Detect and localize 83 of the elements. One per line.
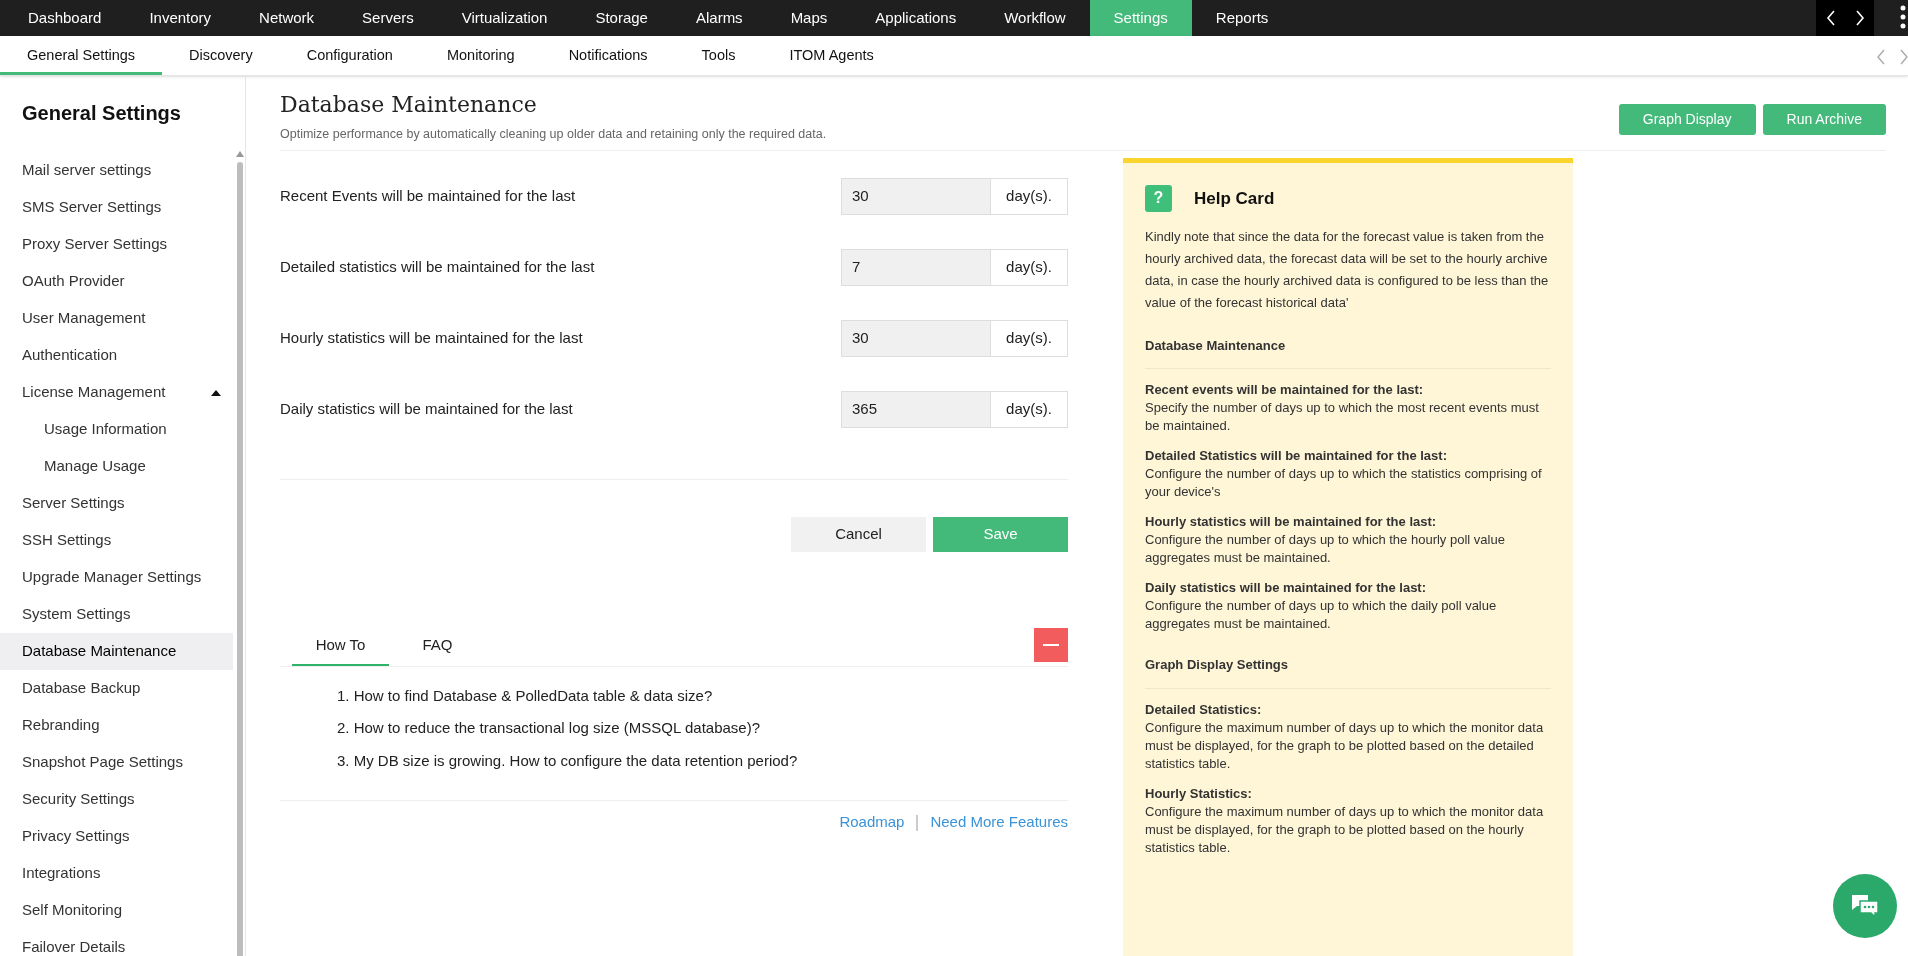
unit-label: day(s).: [991, 177, 1068, 215]
section-heading: Database Maintenance: [1145, 335, 1551, 370]
help-term: Daily statistics will be maintained for the last:: [1145, 579, 1428, 598]
help-term: Hourly Statistics:: [1145, 784, 1253, 803]
days-input-field[interactable]: 365: [841, 390, 991, 428]
collapse-button[interactable]: [1034, 627, 1068, 662]
sub-nav-tab[interactable]: General Settings: [0, 36, 162, 75]
nav-tab[interactable]: Servers: [338, 0, 438, 36]
sidebar-item[interactable]: Mail server settings: [0, 152, 233, 189]
sidebar-item[interactable]: Proxy Server Settings: [0, 226, 233, 263]
help-icon: ?: [1145, 184, 1172, 212]
sidebar-item[interactable]: Rebranding: [0, 707, 233, 744]
unit-label: day(s).: [991, 319, 1068, 357]
sidebar-item[interactable]: Integrations: [0, 855, 233, 892]
sidebar-item[interactable]: Usage Information: [0, 411, 233, 448]
nav-tab[interactable]: Workflow: [980, 0, 1090, 36]
sidebar-item[interactable]: SSH Settings: [0, 522, 233, 559]
how-to-link[interactable]: 1. How to find Database & PolledData table & data size?: [337, 684, 1068, 708]
sidebar-item[interactable]: SMS Server Settings: [0, 189, 233, 226]
unit-label: day(s).: [991, 248, 1068, 286]
help-term: Detailed Statistics:: [1145, 700, 1263, 719]
nav-tab[interactable]: Network: [235, 0, 339, 36]
setting-label: Detailed statistics will be maintained for the last: [280, 257, 596, 277]
nav-tab[interactable]: Reports: [1191, 0, 1293, 36]
help-term: Detailed Statistics will be maintained for the last:: [1145, 447, 1448, 466]
scrollbar[interactable]: [237, 162, 243, 956]
how-to-link[interactable]: 3. My DB size is growing. How to configure the data retention period?: [337, 749, 1068, 773]
sub-nav-tab[interactable]: Discovery: [162, 36, 280, 75]
page-title: Database Maintenance: [280, 91, 538, 119]
help-description: Configure the maximum number of days up to which the monitor data must be displayed, for the graph to be plotted based on the hourly statistics table.: [1145, 802, 1545, 857]
setting-label: Daily statistics will be maintained for the last: [280, 399, 574, 419]
help-tab[interactable]: FAQ: [389, 625, 486, 666]
help-term: Hourly statistics will be maintained for the last:: [1145, 513, 1438, 532]
sidebar-item[interactable]: Snapshot Page Settings: [0, 744, 233, 781]
cancel-button[interactable]: Cancel: [791, 516, 926, 552]
sidebar-item[interactable]: Authentication: [0, 337, 233, 374]
how-to-link[interactable]: 2. How to reduce the transactional log size (MSSQL database)?: [337, 717, 1068, 740]
sidebar-item[interactable]: Server Settings: [0, 485, 233, 522]
page-subtitle: Optimize performance by automatically cleaning up older data and retaining only the required data.: [280, 126, 828, 143]
help-description: Configure the number of days up to which the statistics comprising of your device's: [1145, 465, 1543, 502]
help-description: Configure the number of days up to which the daily poll value aggregates must be maintained.: [1145, 597, 1498, 634]
nav-tab[interactable]: Virtualization: [437, 0, 572, 36]
days-input-field[interactable]: 30: [841, 319, 991, 357]
help-intro: Kindly note that since the data for the forecast value is taken from the hourly archived data, the forecast data will be set to the hourly archive data, in case the hourly archived data is configured to be less than the value of the forecast historical data': [1145, 227, 1550, 312]
help-description: Configure the maximum number of days up to which the monitor data must be displayed, for the graph to be plotted based on the detailed statistics table.: [1145, 718, 1545, 773]
sidebar-item[interactable]: Security Settings: [0, 781, 233, 818]
sub-nav-tab[interactable]: Notifications: [541, 36, 675, 75]
sidebar-item[interactable]: License Management: [0, 374, 233, 411]
sidebar-item[interactable]: Manage Usage: [0, 448, 233, 485]
days-input-field[interactable]: 30: [841, 177, 991, 215]
sidebar-item[interactable]: OAuth Provider: [0, 263, 233, 300]
setting-label: Recent Events will be maintained for the last: [280, 186, 577, 206]
help-description: Configure the number of days up to which the hourly poll value aggregates must be maintained.: [1145, 531, 1506, 568]
help-description: Specify the number of days up to which the most recent events must be maintained.: [1145, 399, 1540, 436]
sidebar-item[interactable]: Failover Details: [0, 929, 233, 956]
help-term: Recent events will be maintained for the last:: [1145, 381, 1425, 400]
help-card-title: Help Card: [1194, 187, 1275, 210]
scroll-up-icon[interactable]: [236, 151, 244, 157]
help-tab[interactable]: How To: [292, 625, 389, 666]
sidebar-item[interactable]: System Settings: [0, 596, 233, 633]
sub-nav-tab[interactable]: ITOM Agents: [762, 36, 901, 75]
nav-tab[interactable]: Storage: [571, 0, 672, 36]
nav-tab[interactable]: Alarms: [671, 0, 767, 36]
sidebar-item[interactable]: Self Monitoring: [0, 892, 233, 929]
sub-nav-tab[interactable]: Monitoring: [419, 36, 542, 75]
sub-nav-tab[interactable]: Configuration: [279, 36, 420, 75]
sub-nav-tab[interactable]: Tools: [674, 36, 763, 75]
setting-label: Hourly statistics will be maintained for the last: [280, 328, 584, 348]
sidebar-item[interactable]: User Management: [0, 300, 233, 337]
nav-tab[interactable]: Inventory: [125, 0, 236, 36]
chat-icon: [1851, 894, 1879, 918]
more-icon[interactable]: [1900, 4, 1906, 30]
unit-label: day(s).: [991, 390, 1068, 428]
section-heading: Graph Display Settings: [1145, 655, 1551, 689]
days-input-field[interactable]: 7: [841, 248, 991, 286]
nav-tab[interactable]: Maps: [766, 0, 852, 36]
sidebar-item[interactable]: Database Backup: [0, 670, 233, 707]
nav-tab[interactable]: Dashboard: [4, 0, 126, 36]
sidebar-item[interactable]: Database Maintenance: [0, 633, 233, 670]
nav-tab[interactable]: Applications: [851, 0, 981, 36]
sidebar-item[interactable]: Privacy Settings: [0, 818, 233, 855]
sidebar-title: General Settings: [21, 101, 182, 126]
sidebar-item[interactable]: Upgrade Manager Settings: [0, 559, 233, 596]
